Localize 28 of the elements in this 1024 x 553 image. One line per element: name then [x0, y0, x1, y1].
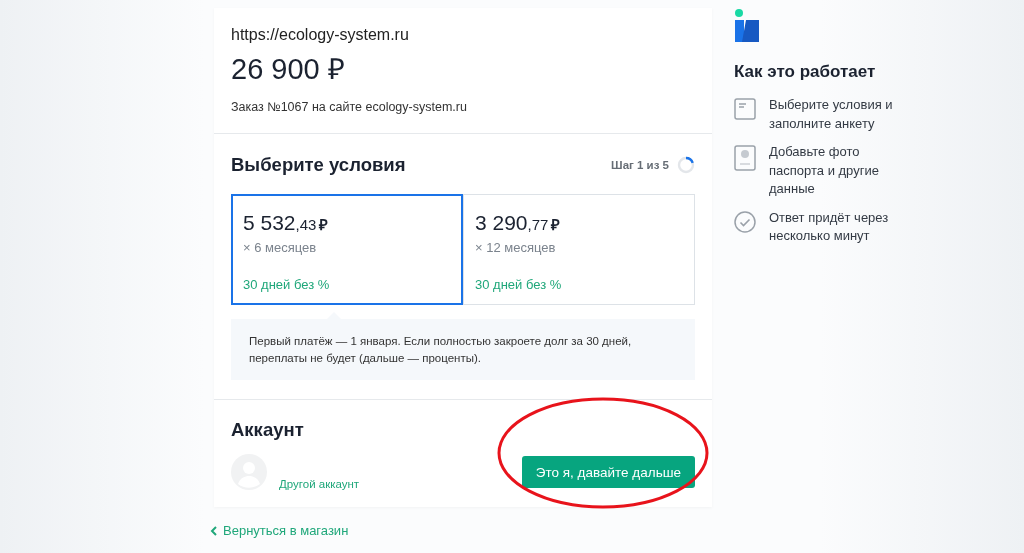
site-url: https://ecology-system.ru	[231, 25, 410, 44]
sidebar-title: Как это работает	[734, 62, 877, 82]
step-text: Выберите условия и заполните анкету	[769, 96, 894, 133]
option-promo: 30 дней без %	[475, 277, 562, 292]
continue-button[interactable]: Это я, давайте дальше	[521, 456, 695, 488]
option-term: × 12 месяцев	[475, 240, 557, 255]
option-price: 3 290,77 ₽	[475, 211, 562, 235]
option-price: 5 532,43 ₽	[243, 211, 330, 235]
form-icon	[734, 98, 756, 120]
logo-icon	[734, 8, 760, 44]
back-link[interactable]: Вернуться в магазин	[210, 523, 349, 538]
order-description: Заказ №1067 на сайте ecology-system.ru	[231, 100, 468, 116]
section-title: Выберите условия	[231, 154, 406, 176]
option-promo: 30 дней без %	[243, 277, 330, 292]
option-term: × 6 месяцев	[243, 240, 318, 255]
passport-icon	[734, 145, 756, 171]
progress-ring	[677, 156, 695, 174]
step-text: Добавьте фото паспорта и другие данные	[769, 143, 880, 198]
step-counter: Шаг 1 из 5	[611, 159, 669, 171]
plan-option[interactable]: 3 290,77 ₽ × 12 месяцев 30 дней без %	[463, 194, 695, 305]
plan-option[interactable]: 5 532,43 ₽ × 6 месяцев 30 дней без %	[231, 194, 463, 305]
chevron-left-icon	[210, 525, 217, 536]
check-circle-icon	[734, 210, 756, 233]
step-text: Ответ придёт через несколько минут	[769, 208, 890, 245]
section-title: Аккаунт	[231, 419, 305, 441]
other-account-link[interactable]: Другой аккаунт	[279, 478, 360, 490]
payment-note: Первый платёж — 1 января. Если полностью закроете долг за 30 дней, переплаты не будет (дальше — проценты).	[231, 319, 695, 380]
order-amount: 26 900 ₽	[231, 52, 346, 87]
